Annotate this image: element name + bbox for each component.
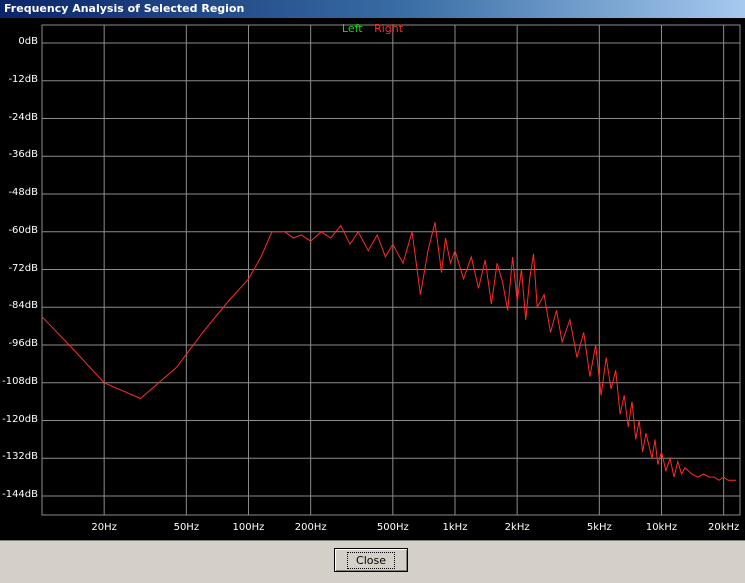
- y-tick-label: -48dB: [8, 187, 38, 198]
- y-tick-label: 0dB: [18, 36, 38, 47]
- y-tick-label: -60dB: [8, 224, 38, 236]
- frequency-analysis-window: Frequency Analysis of Selected Region Le…: [0, 0, 745, 583]
- legend: Left Right: [0, 22, 745, 35]
- y-tick-label: -36dB: [8, 149, 38, 161]
- y-tick-label: -24dB: [8, 111, 38, 123]
- x-tick-label: 1kHz: [442, 522, 468, 533]
- y-tick-label: -108dB: [2, 375, 38, 387]
- legend-left: Left: [341, 22, 363, 35]
- x-tick-label: 20kHz: [707, 522, 740, 533]
- y-tick-label: -72dB: [8, 262, 38, 274]
- x-tick-label: 50Hz: [173, 522, 200, 533]
- button-bar: Close: [0, 540, 745, 583]
- x-tick-label: 10kHz: [645, 522, 678, 533]
- y-tick-label: -96dB: [8, 338, 38, 349]
- y-tick-label: -132dB: [2, 451, 38, 463]
- legend-right: Right: [374, 22, 404, 35]
- x-tick-label: 20Hz: [91, 522, 117, 533]
- series-line-right: [41, 222, 737, 481]
- close-button[interactable]: Close: [334, 548, 408, 572]
- y-tick-label: -12dB: [8, 73, 38, 85]
- window-title: Frequency Analysis of Selected Region: [4, 2, 245, 15]
- title-bar[interactable]: Frequency Analysis of Selected Region: [0, 0, 745, 18]
- x-tick-label: 100Hz: [232, 522, 265, 533]
- x-tick-label: 500Hz: [376, 522, 409, 533]
- x-tick-label: 5kHz: [586, 522, 612, 533]
- y-tick-label: -144dB: [2, 489, 38, 500]
- x-tick-label: 200Hz: [294, 522, 327, 533]
- y-tick-label: -84dB: [8, 300, 38, 312]
- frequency-chart-svg: [41, 24, 741, 516]
- x-tick-label: 2kHz: [504, 522, 530, 533]
- frequency-plot: Left Right 0dB -12dB -24dB -36dB -48dB -60dB -…: [0, 18, 745, 540]
- close-button-label: Close: [347, 551, 395, 569]
- y-tick-label: -120dB: [2, 413, 38, 425]
